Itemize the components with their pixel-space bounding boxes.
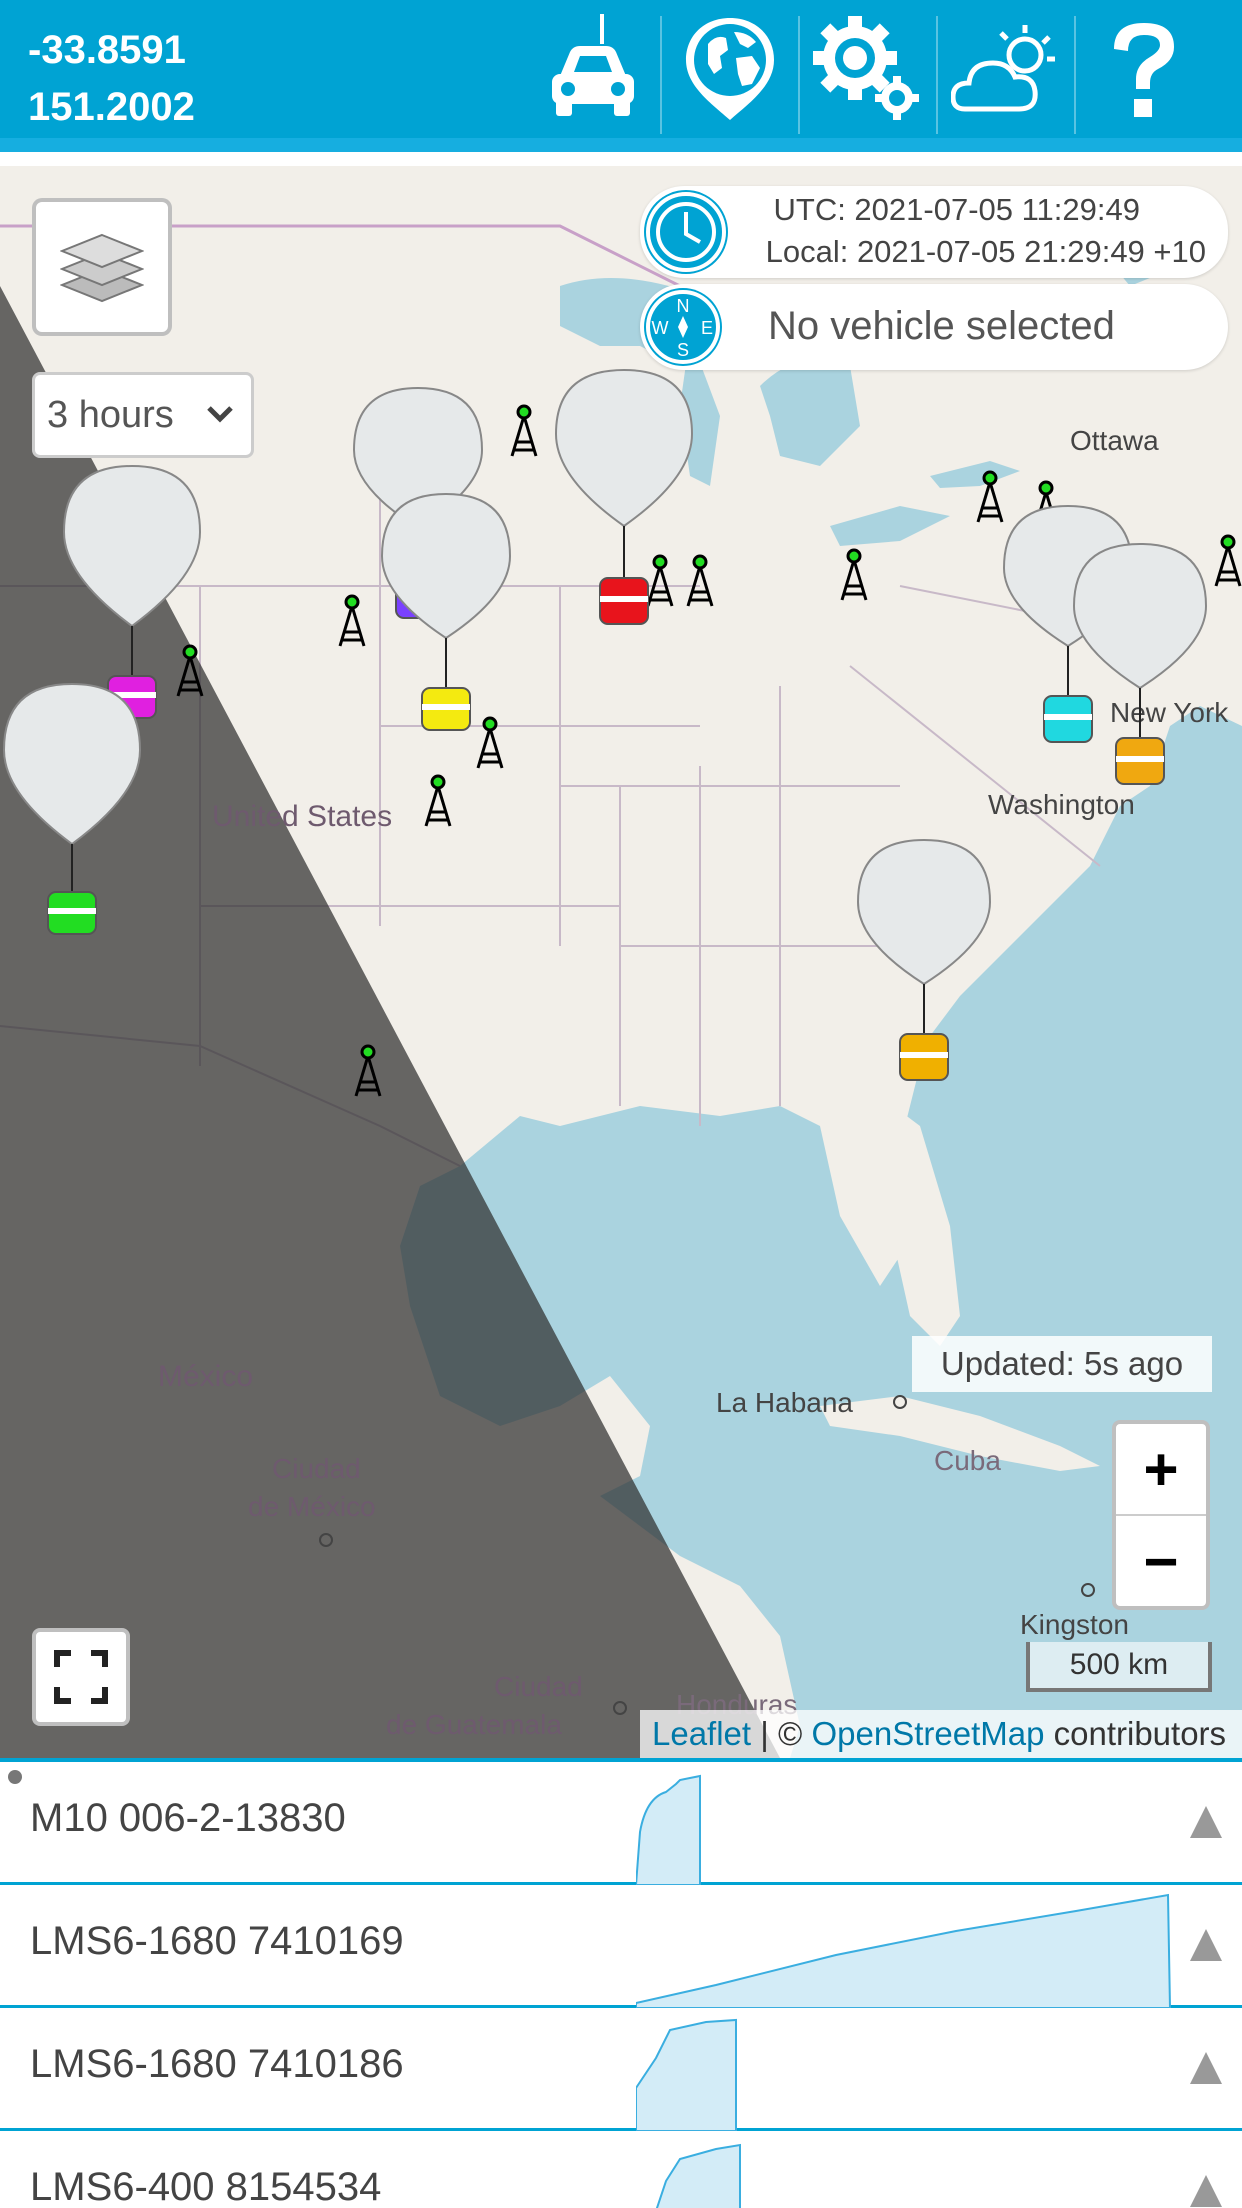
vehicle-row[interactable]: M10 006-2-13830 xyxy=(0,1762,1242,1885)
layers-icon xyxy=(60,233,144,303)
altitude-sparkline xyxy=(636,1774,701,1885)
utc-time: UTC: 2021-07-05 11:29:49 xyxy=(773,192,1141,227)
vehicle-name: LMS6-1680 7410186 xyxy=(30,2042,404,2086)
time-display: UTC: 2021-07-05 11:29:49 Local: 2021-07-… xyxy=(640,186,1228,278)
expand-arrow-icon xyxy=(1190,1929,1222,1961)
vehicle-name: LMS6-400 8154534 xyxy=(30,2165,382,2208)
scale-bar: 500 km xyxy=(1026,1642,1212,1692)
osm-link[interactable]: OpenStreetMap xyxy=(812,1715,1045,1753)
vehicle-row[interactable]: LMS6-400 8154534 xyxy=(0,2131,1242,2208)
time-range-value: 3 hours xyxy=(47,393,174,436)
vehicle-status-text: No vehicle selected xyxy=(768,304,1115,348)
svg-text:W: W xyxy=(652,318,669,338)
label-kingston: Kingston xyxy=(1020,1609,1129,1640)
expand-arrow-icon xyxy=(1190,2175,1222,2207)
zoom-out-button[interactable]: − xyxy=(1116,1516,1206,1606)
vehicle-name: M10 006-2-13830 xyxy=(30,1796,346,1840)
label-new-york: New York xyxy=(1110,697,1229,728)
label-washington: Washington xyxy=(988,789,1135,820)
settings-button[interactable] xyxy=(800,0,936,138)
label-ciudad-guatemala-1: Ciudad xyxy=(494,1671,583,1702)
label-la-habana: La Habana xyxy=(716,1387,853,1418)
altitude-sparkline xyxy=(636,1893,1172,2008)
label-united-states: United States xyxy=(212,800,392,833)
map-view[interactable]: United States México Ciudad de México Ci… xyxy=(0,166,1242,1758)
vehicle-status[interactable]: N SW E No vehicle selected xyxy=(640,284,1228,370)
svg-text:N: N xyxy=(677,296,690,316)
attribution-contributors: contributors xyxy=(1044,1715,1227,1752)
altitude-sparkline xyxy=(636,2018,737,2131)
vehicle-list: M10 006-2-13830 LMS6-1680 7410169 LMS6-1… xyxy=(0,1758,1242,2208)
fullscreen-icon xyxy=(54,1650,108,1704)
weather-icon xyxy=(951,25,1055,112)
label-ciudad-guatemala-2: de Guatemala xyxy=(386,1709,562,1740)
expand-arrow-icon xyxy=(1190,1806,1222,1838)
car-icon xyxy=(552,14,634,116)
gears-icon xyxy=(813,16,919,120)
layers-button[interactable] xyxy=(32,198,172,336)
label-ciudad-mexico-1: Ciudad xyxy=(272,1453,361,1484)
map-attribution: Leaflet | © OpenStreetMap contributors xyxy=(640,1710,1242,1758)
time-range-select[interactable]: 3 hours xyxy=(32,372,254,458)
clock-icon xyxy=(646,192,726,272)
updated-indicator: Updated: 5s ago xyxy=(912,1336,1212,1392)
position-readout: -33.8591 151.2002 xyxy=(28,22,195,136)
local-time: Local: 2021-07-05 21:29:49 +10 xyxy=(765,234,1206,269)
longitude: 151.2002 xyxy=(28,85,195,129)
label-ottawa: Ottawa xyxy=(1070,425,1159,456)
help-icon xyxy=(1114,23,1174,117)
compass-icon: N SW E xyxy=(646,290,720,364)
vehicle-name: LMS6-1680 7410169 xyxy=(30,1919,404,1963)
svg-text:S: S xyxy=(677,340,689,360)
latitude: -33.8591 xyxy=(28,28,186,72)
label-cuba: Cuba xyxy=(934,1445,1001,1476)
weather-button[interactable] xyxy=(938,0,1074,138)
vehicle-row[interactable]: LMS6-1680 7410186 xyxy=(0,2008,1242,2131)
label-mexico: México xyxy=(158,1360,253,1393)
app-header: -33.8591 151.2002 xyxy=(0,0,1242,152)
help-button[interactable] xyxy=(1076,0,1212,138)
map-button[interactable] xyxy=(662,0,798,138)
label-ciudad-mexico-2: de México xyxy=(248,1491,376,1522)
leaflet-link[interactable]: Leaflet xyxy=(652,1715,751,1753)
chevron-down-icon xyxy=(207,406,233,423)
svg-text:E: E xyxy=(701,318,713,338)
vehicle-row[interactable]: LMS6-1680 7410169 xyxy=(0,1885,1242,2008)
zoom-in-button[interactable]: + xyxy=(1116,1424,1206,1514)
fullscreen-button[interactable] xyxy=(32,1628,130,1726)
car-button[interactable] xyxy=(524,0,660,138)
attribution-separator: | © xyxy=(751,1715,812,1752)
globe-pin-icon xyxy=(686,18,774,120)
expand-arrow-icon xyxy=(1190,2052,1222,2084)
altitude-sparkline xyxy=(655,2143,741,2208)
zoom-control: + − xyxy=(1112,1420,1210,1610)
